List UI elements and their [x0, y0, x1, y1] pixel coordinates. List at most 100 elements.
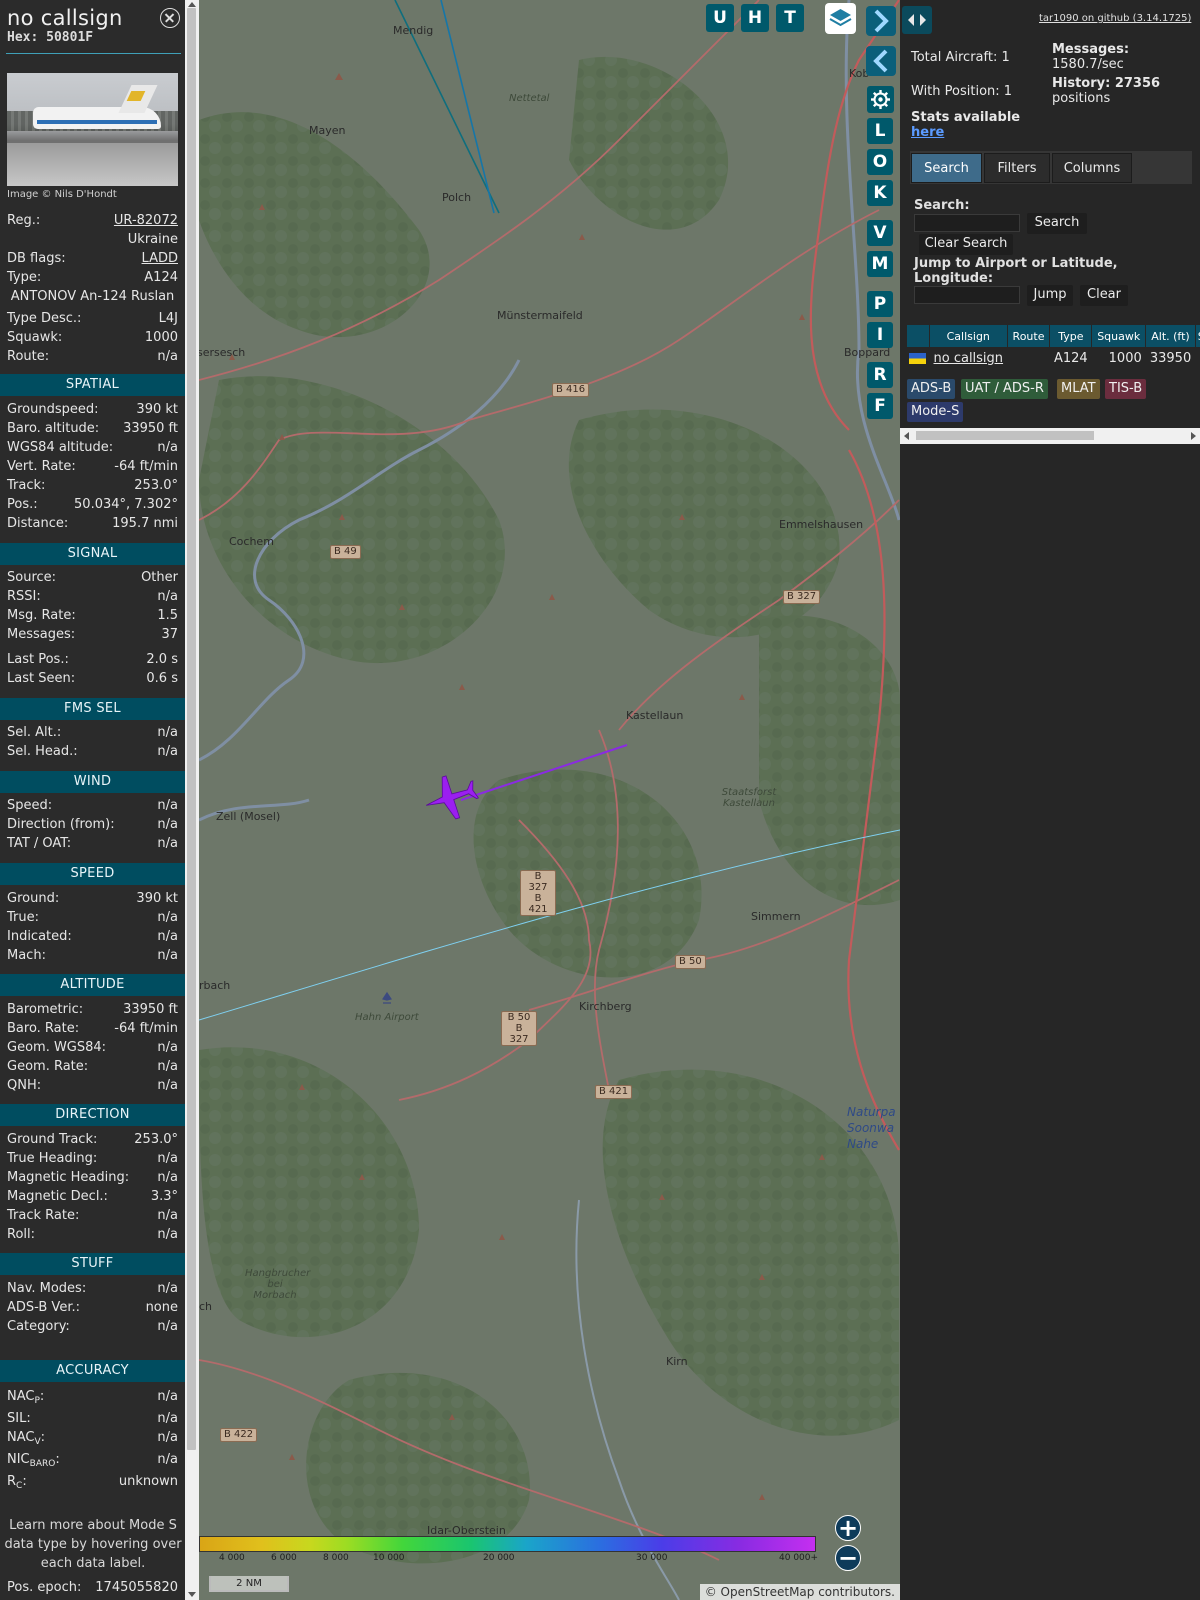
- toggle-h-button[interactable]: H: [741, 4, 769, 32]
- town-label: Simmern: [751, 910, 801, 923]
- expand-sidebar-button[interactable]: [866, 6, 896, 36]
- map-canvas[interactable]: Mendig Mayen Polch Nettetal Münstermaife…: [199, 0, 900, 1600]
- legend-label: 30 000: [636, 1553, 668, 1563]
- stats-here-link[interactable]: here: [911, 125, 944, 140]
- search-input[interactable]: [914, 214, 1020, 232]
- close-icon[interactable]: [160, 8, 180, 28]
- clear-button[interactable]: Clear: [1080, 285, 1128, 306]
- column-header[interactable]: S: [1194, 324, 1200, 348]
- road-label: B 50: [675, 955, 706, 969]
- toggle-t-button[interactable]: T: [776, 4, 804, 32]
- section-fms: FMS SEL: [0, 698, 185, 720]
- info-row: TAT / OAT: n/a: [7, 836, 178, 851]
- clear-search-button[interactable]: Clear Search: [919, 234, 1013, 255]
- info-row: NICBARO: n/a: [7, 1452, 178, 1469]
- toggle-v-button[interactable]: V: [867, 220, 893, 246]
- scroll-left-icon[interactable]: [904, 432, 909, 440]
- town-label: Münstermaifeld: [497, 309, 583, 322]
- info-row: QNH: n/a: [7, 1078, 178, 1093]
- ukraine-flag-icon: [908, 352, 926, 364]
- road-label: B 416: [552, 383, 590, 397]
- messages-value: 1580.7/sec: [1052, 57, 1124, 72]
- github-link[interactable]: tar1090 on github (3.14.1725): [1039, 13, 1191, 24]
- column-header[interactable]: Squawk: [1091, 324, 1147, 348]
- info-row: Roll: n/a: [7, 1227, 178, 1242]
- settings-button[interactable]: [867, 86, 894, 113]
- table-row[interactable]: no callsign A124 1000 33950: [907, 348, 1200, 369]
- toggle-o-button[interactable]: O: [867, 149, 893, 175]
- info-panel-scrollbar[interactable]: [185, 0, 199, 1600]
- dbflags-link[interactable]: LADD: [142, 251, 178, 266]
- column-header[interactable]: Alt. (ft): [1145, 324, 1196, 348]
- type-cell: A124: [1053, 350, 1088, 366]
- column-header[interactable]: Type: [1049, 324, 1093, 348]
- road-label: B 49: [330, 545, 361, 559]
- column-header[interactable]: Route: [1006, 324, 1051, 348]
- messages-label: Messages:: [1052, 42, 1130, 57]
- column-header[interactable]: [906, 324, 930, 348]
- info-row: Groundspeed: 390 kt: [7, 402, 178, 417]
- source-chip-modes: Mode-S: [907, 402, 964, 422]
- section-speed: SPEED: [0, 863, 185, 885]
- selected-callsign: no callsign: [7, 6, 123, 30]
- info-row: SIL: n/a: [7, 1411, 178, 1426]
- road-label: B 327 B 421: [520, 870, 556, 916]
- toggle-k-button[interactable]: K: [867, 180, 893, 206]
- zoom-in-button[interactable]: +: [835, 1515, 861, 1541]
- altitude-cell: 33950: [1149, 350, 1192, 366]
- info-row: NACP: n/a: [7, 1389, 178, 1406]
- tab-columns[interactable]: Columns: [1052, 153, 1132, 183]
- column-header[interactable]: Callsign: [929, 324, 1008, 348]
- info-row: Msg. Rate: 1.5: [7, 608, 178, 623]
- town-label: rbach: [199, 979, 231, 992]
- tab-filters[interactable]: Filters: [984, 153, 1050, 183]
- info-row: Ground: 390 kt: [7, 891, 178, 906]
- legend-label: 6 000: [271, 1553, 297, 1563]
- section-wind: WIND: [0, 771, 185, 793]
- layers-button[interactable]: [825, 3, 856, 34]
- aircraft-photo[interactable]: [7, 73, 178, 186]
- collapse-sidebar-button[interactable]: [866, 46, 896, 76]
- zoom-out-button[interactable]: −: [835, 1545, 861, 1571]
- info-row: Sel. Alt.: n/a: [7, 725, 178, 740]
- info-row: Direction (from): n/a: [7, 817, 178, 832]
- toggle-p-button[interactable]: P: [867, 291, 893, 317]
- info-row: Category: n/a: [7, 1319, 178, 1334]
- stats-available: Stats available: [911, 110, 1021, 125]
- info-row: Ground Track: 253.0°: [7, 1132, 178, 1147]
- info-row: Track Rate: n/a: [7, 1208, 178, 1223]
- info-row: Barometric: 33950 ft: [7, 1002, 178, 1017]
- search-label: Search:: [914, 198, 970, 213]
- search-button[interactable]: Search: [1027, 213, 1087, 234]
- scroll-down-icon[interactable]: [188, 1592, 196, 1597]
- jump-input[interactable]: [914, 286, 1020, 304]
- toggle-l-button[interactable]: L: [867, 118, 893, 144]
- source-chip-uat: UAT / ADS-R: [961, 379, 1048, 399]
- map-attribution[interactable]: © OpenStreetMap contributors.: [699, 1584, 900, 1600]
- scroll-right-icon[interactable]: [1191, 432, 1196, 440]
- table-horizontal-scrollbar[interactable]: [900, 428, 1200, 444]
- info-row: True Heading: n/a: [7, 1151, 178, 1166]
- route-cell: [1007, 348, 1050, 369]
- toggle-f-button[interactable]: F: [867, 393, 893, 419]
- road-label: B 50 B 327: [501, 1011, 537, 1046]
- registration-link[interactable]: UR-82072: [114, 213, 178, 228]
- scrollbar-thumb[interactable]: [187, 8, 196, 1450]
- tab-search[interactable]: Search: [911, 153, 982, 183]
- info-row: True: n/a: [7, 910, 178, 925]
- toggle-i-button[interactable]: I: [867, 322, 893, 348]
- scrollbar-thumb[interactable]: [916, 431, 1094, 440]
- toggle-m-button[interactable]: M: [867, 251, 893, 277]
- sidebar-resize-button[interactable]: [902, 6, 932, 34]
- jump-button[interactable]: Jump: [1027, 285, 1073, 306]
- toggle-r-button[interactable]: R: [867, 362, 893, 388]
- callsign-cell[interactable]: no callsign: [930, 348, 1008, 369]
- scroll-up-icon[interactable]: [188, 2, 196, 7]
- info-row-pos-epoch: Pos. epoch: 1745055820: [7, 1580, 178, 1595]
- town-label: Staatsforst Kastellaun: [721, 787, 777, 809]
- legend-label: 10 000: [373, 1553, 405, 1563]
- toggle-u-button[interactable]: U: [706, 4, 734, 32]
- town-label: Hahn Airport: [355, 1012, 419, 1023]
- info-row: Track: 253.0°: [7, 478, 178, 493]
- chevron-right-icon: [874, 9, 889, 33]
